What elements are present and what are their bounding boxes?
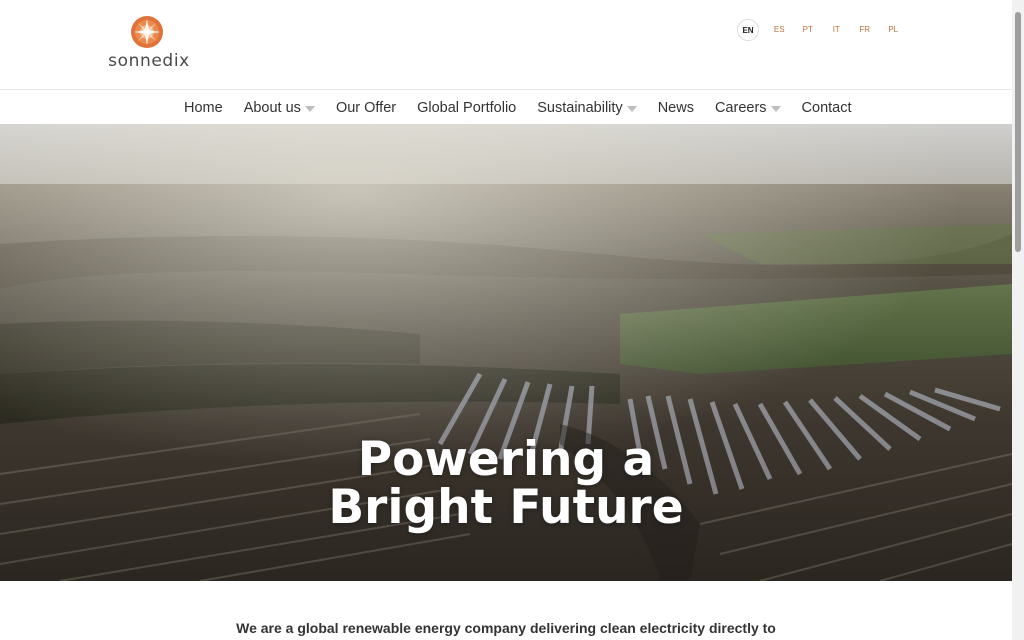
scrollbar-thumb[interactable] xyxy=(1015,12,1021,252)
brand-wordmark: sonnedix xyxy=(108,51,190,71)
nav-careers-label: Careers xyxy=(714,99,767,116)
intro-text: We are a global renewable energy company… xyxy=(236,620,776,636)
nav-sustainability[interactable]: Sustainability xyxy=(537,99,637,116)
nav-about-us[interactable]: About us xyxy=(244,100,315,116)
nav-our-offer-label: Our Offer xyxy=(335,99,397,116)
nav-about-us-label: About us xyxy=(243,99,301,116)
main-nav: Home About us Our Offer Global Portfolio… xyxy=(0,89,1012,124)
lang-pl[interactable]: PL xyxy=(879,19,908,41)
nav-news-label: News xyxy=(657,99,694,116)
site-header: sonnedix EN ES PT IT FR PL xyxy=(0,0,1012,90)
sun-logo-icon xyxy=(131,16,163,48)
nav-contact-label: Contact xyxy=(801,99,852,116)
nav-home-label: Home xyxy=(184,99,223,116)
nav-home[interactable]: Home xyxy=(184,100,223,116)
page-scrollbar[interactable] xyxy=(1012,0,1024,640)
language-switcher: EN ES PT IT FR PL xyxy=(737,19,908,41)
lang-fr[interactable]: FR xyxy=(851,19,880,41)
lang-it[interactable]: IT xyxy=(822,19,851,41)
sonnedix-logo[interactable]: sonnedix xyxy=(98,15,200,73)
chevron-down-icon xyxy=(626,105,637,112)
nav-global-portfolio[interactable]: Global Portfolio xyxy=(417,100,516,116)
lang-en[interactable]: EN xyxy=(737,19,759,41)
chevron-down-icon xyxy=(770,105,781,112)
hero-title-line-2: Bright Future xyxy=(328,480,684,535)
lang-es[interactable]: ES xyxy=(765,19,794,41)
nav-sustainability-label: Sustainability xyxy=(537,99,623,116)
nav-contact[interactable]: Contact xyxy=(802,100,852,116)
nav-news[interactable]: News xyxy=(658,100,694,116)
hero-title: Powering a Bright Future xyxy=(0,436,1012,532)
nav-our-offer[interactable]: Our Offer xyxy=(336,100,396,116)
hero-banner: Powering a Bright Future xyxy=(0,124,1012,581)
nav-careers[interactable]: Careers xyxy=(715,100,781,116)
hero-title-line-1: Powering a xyxy=(357,432,655,487)
nav-global-portfolio-label: Global Portfolio xyxy=(417,99,517,116)
chevron-down-icon xyxy=(304,105,315,112)
lang-pt[interactable]: PT xyxy=(794,19,823,41)
